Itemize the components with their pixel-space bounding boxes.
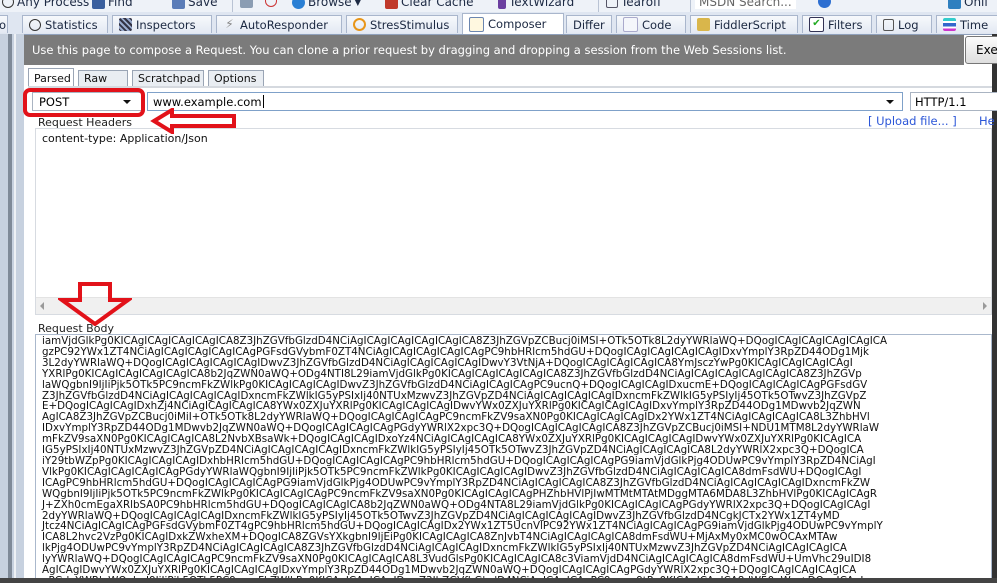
- binoculars-icon: [92, 0, 105, 9]
- tab-filters[interactable]: ✔ Filters: [802, 15, 872, 33]
- tab-statistics[interactable]: Statistics: [22, 15, 108, 33]
- msdn-search-input[interactable]: MSDN Search...: [695, 0, 796, 9]
- request-body-line: WQgbnI9IjIiPjk5OTk5PC9ncmFkZWlkPg0KICAgI…: [42, 487, 878, 500]
- screenshot-button[interactable]: [240, 0, 253, 8]
- stresstimulus-icon: [353, 18, 366, 31]
- log-icon: [883, 18, 894, 31]
- any-process-button[interactable]: Any Process: [2, 0, 89, 9]
- subtab-options[interactable]: Options: [208, 70, 264, 86]
- headers-text: content-type: Application/Json: [42, 132, 208, 145]
- main-toolbar: Any Process Find Save Browse ▼ Clear Cach…: [0, 0, 997, 12]
- save-icon: [172, 0, 185, 9]
- script-icon: [697, 18, 710, 31]
- tab-fiddlerscript[interactable]: FiddlerScript: [690, 15, 798, 33]
- request-headers-textarea[interactable]: content-type: Application/Json: [35, 128, 992, 315]
- subtab-scratchpad[interactable]: Scratchpad: [132, 70, 204, 86]
- find-button[interactable]: Find: [92, 0, 133, 9]
- clear-cache-icon: [385, 0, 398, 9]
- subtab-divider: [28, 86, 992, 88]
- composer-icon: [469, 16, 484, 32]
- request-body-textarea[interactable]: iamVjdGlkPg0KICAgICAgICAgICAgICA8Z3JhZGV…: [35, 334, 992, 583]
- tab-inspectors[interactable]: Inspectors: [112, 15, 212, 33]
- upload-file-link[interactable]: [ Upload file... ]: [868, 114, 957, 128]
- ie-icon: [292, 0, 305, 9]
- tab-composer[interactable]: Composer: [462, 13, 564, 34]
- scroll-left-icon[interactable]: [40, 302, 44, 310]
- subtab-parsed[interactable]: Parsed: [28, 68, 74, 87]
- browse-button[interactable]: Browse ▼: [292, 0, 361, 9]
- textwizard-icon: [498, 0, 506, 9]
- timer-icon: [265, 0, 277, 7]
- composer-info-banner: Use this page to compose a Request. You …: [24, 35, 964, 65]
- request-body-line: J+ZXh0cmEgaXRlbSA0PC9hbHRlcm5hdGU+DQogIC…: [42, 498, 871, 511]
- tab-stresstimulus[interactable]: StresStimulus: [346, 15, 458, 33]
- checkbox-icon: ✔: [809, 17, 824, 32]
- help-link[interactable]: He: [979, 114, 995, 128]
- code-icon: [623, 17, 638, 32]
- bottom-edge: [0, 578, 997, 583]
- scroll-right-icon[interactable]: [983, 302, 987, 310]
- lightning-icon: ⚡: [225, 17, 234, 31]
- online-icon: [948, 0, 961, 9]
- headers-horizontal-scrollbar[interactable]: [36, 297, 991, 314]
- method-select[interactable]: POST: [32, 92, 142, 111]
- online-button[interactable]: Onli: [948, 0, 988, 9]
- chevron-down-icon[interactable]: [886, 100, 894, 104]
- inspectors-icon: [119, 18, 132, 31]
- save-button[interactable]: Save: [172, 0, 217, 9]
- tab-differ[interactable]: Differ: [566, 15, 612, 33]
- help-icon: [818, 0, 831, 8]
- tab-code[interactable]: Code: [616, 15, 686, 33]
- crosshair-icon: [2, 0, 14, 8]
- clear-cache-button[interactable]: Clear Cache: [385, 0, 474, 9]
- tab-log[interactable]: Log: [876, 15, 932, 33]
- tab-autoresponder[interactable]: ⚡ AutoResponder: [216, 15, 342, 33]
- stopwatch-icon: [29, 18, 41, 31]
- protocol-input[interactable]: HTTP/1.1: [910, 92, 997, 111]
- request-body-text: iamVjdGlkPg0KICAgICAgICAgICAgICA8Z3JhZGV…: [42, 336, 887, 583]
- help-button[interactable]: [818, 0, 831, 8]
- session-splitter[interactable]: [0, 34, 24, 583]
- screenshot-icon: [240, 0, 253, 8]
- inspector-tabbar: o Statistics Inspectors ⚡ AutoResponder S…: [0, 12, 997, 35]
- tearoff-icon: [606, 0, 618, 8]
- subtab-raw[interactable]: Raw: [78, 70, 128, 86]
- timer-button[interactable]: [265, 0, 277, 7]
- tab-timeline[interactable]: Time: [936, 15, 997, 33]
- url-input[interactable]: www.example.com: [147, 92, 903, 111]
- tearoff-button[interactable]: Tearoff: [606, 0, 661, 9]
- request-body-line: laWQgbnI9IjIiPjk5OTk5PC9ncmFkZWlkPg0KICA…: [42, 378, 868, 391]
- tab-overflow[interactable]: o: [0, 15, 8, 33]
- timeline-icon: [943, 18, 956, 31]
- text-cursor: [262, 95, 264, 108]
- execute-button[interactable]: Exe: [965, 36, 997, 64]
- textwizard-button[interactable]: TextWizard: [498, 0, 574, 9]
- request-body-line: YXRlPg0KICAgICAgICAgICAgICA8b2JqZWN0aWQ+…: [42, 367, 862, 380]
- chevron-down-icon: [123, 100, 131, 104]
